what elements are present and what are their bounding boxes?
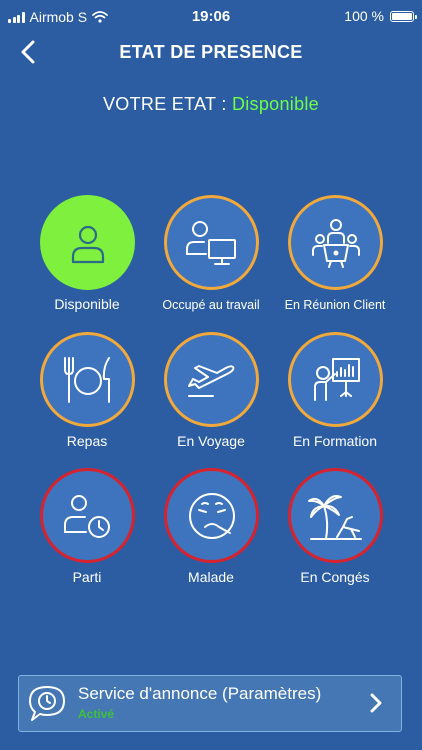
person-clock-icon: [63, 494, 110, 538]
person-computer-icon: [185, 220, 236, 265]
tile-en-reunion-client[interactable]: En Réunion Client: [265, 195, 405, 325]
palm-beach-chair-icon: [307, 494, 362, 540]
tile-circle: [40, 332, 135, 427]
tile-en-conges[interactable]: En Congés: [265, 468, 405, 598]
battery-percent: 100 %: [344, 8, 384, 24]
person-icon: [71, 225, 104, 263]
fork-knife-plate-icon: [63, 356, 110, 403]
battery-icon: [390, 10, 417, 22]
page-title: ETAT DE PRESENCE: [119, 42, 303, 62]
announcement-title: Service d'annonce (Paramètres): [78, 684, 322, 703]
state-value: Disponible: [231, 94, 319, 114]
nav-bar: ETAT DE PRESENCE: [0, 32, 422, 72]
announcement-service-button[interactable]: Service d'annonce (Paramètres) Activé: [18, 675, 402, 732]
tile-en-formation[interactable]: En Formation: [265, 332, 405, 462]
state-label: VOTRE ETAT :: [103, 94, 227, 114]
tile-circle: [164, 195, 259, 290]
tile-label: En Réunion Client: [284, 298, 386, 312]
status-bar: Airmob S 19:06 100 %: [0, 0, 422, 32]
tile-circle: [40, 195, 135, 290]
announcement-status: Activé: [78, 707, 115, 721]
sick-face-icon: [188, 492, 235, 539]
presenter-board-icon: [313, 357, 360, 401]
tile-circle: [288, 195, 383, 290]
chevron-right-icon: [370, 693, 382, 713]
tile-circle: [164, 332, 259, 427]
battery-fill: [392, 12, 412, 20]
tile-circle: [164, 468, 259, 563]
airplane-icon: [187, 364, 234, 397]
tile-circle: [40, 468, 135, 563]
tile-label: En Formation: [292, 433, 378, 449]
tile-label: En Congés: [300, 569, 370, 585]
status-right: 100 %: [344, 8, 417, 24]
meeting-icon: [311, 218, 360, 268]
tile-circle: [288, 332, 383, 427]
current-state: VOTRE ETAT : Disponible: [0, 94, 422, 115]
speech-bubble-clock-icon: [29, 686, 65, 721]
tile-circle: [288, 468, 383, 563]
